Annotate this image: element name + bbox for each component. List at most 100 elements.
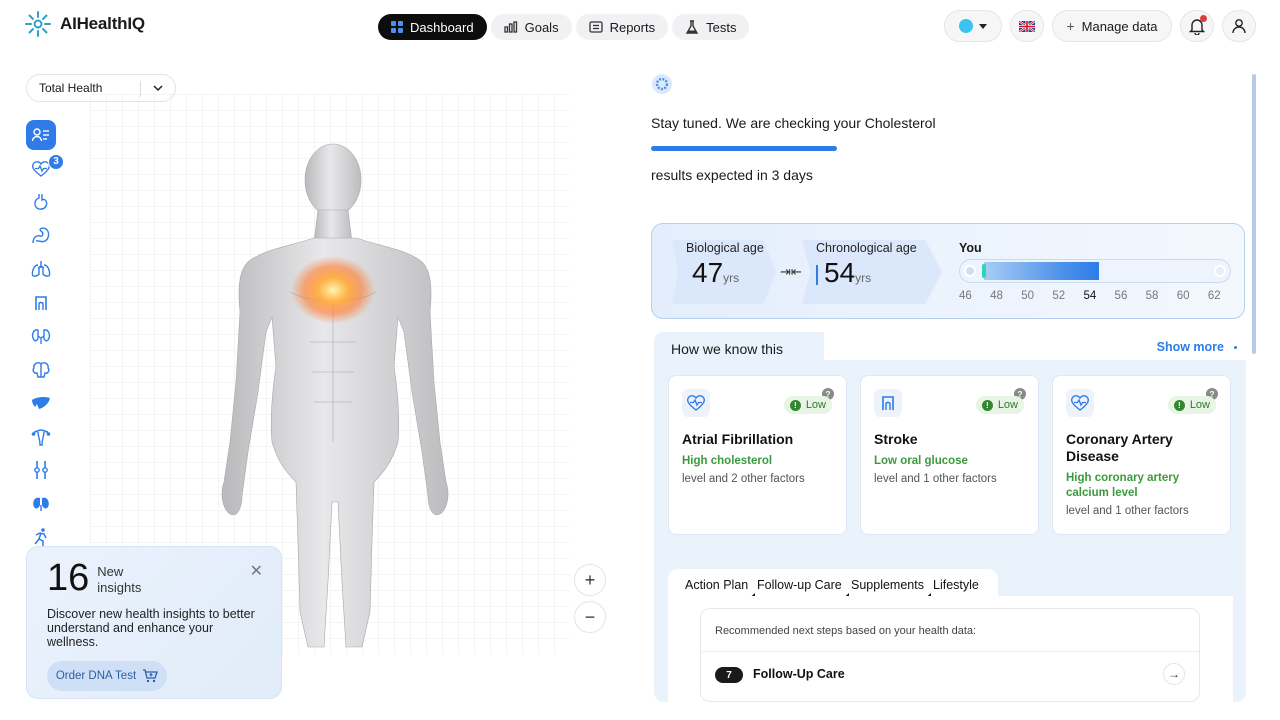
toolbar: + Manage data xyxy=(944,10,1256,42)
notifications-button[interactable] xyxy=(1180,10,1214,42)
kidneys-icon xyxy=(31,329,51,344)
tab-action-plan[interactable]: Action Plan xyxy=(685,578,748,592)
tab-dashboard-label: Dashboard xyxy=(410,19,474,35)
tab-dashboard[interactable]: Dashboard xyxy=(378,14,487,40)
risk-level-badge: ! Low xyxy=(1167,396,1216,414)
card-factor: High coronary artery calcium level xyxy=(1066,472,1180,499)
zoom-out-button[interactable]: − xyxy=(574,601,606,633)
risk-level-badge: ! Low xyxy=(975,396,1024,414)
body-explorer-panel: Total Health 3 + − 16 New insights ✕ Dis… xyxy=(0,54,640,720)
zoom-controls: + − xyxy=(574,564,606,638)
language-button[interactable] xyxy=(1010,10,1044,42)
tab-lifestyle[interactable]: Lifestyle xyxy=(933,578,979,592)
alert-icon: ! xyxy=(1173,399,1185,411)
zoom-in-button[interactable]: + xyxy=(574,564,606,596)
organ-intestine-button[interactable] xyxy=(26,221,56,251)
tab-goals[interactable]: Goals xyxy=(490,14,572,40)
recommendations-box: Recommended next steps based on your hea… xyxy=(700,608,1200,702)
biological-age-title: Biological age xyxy=(686,241,764,255)
tab-tests[interactable]: Tests xyxy=(672,14,750,40)
risk-cards: ? ! Low Atrial Fibrillation High choleste… xyxy=(668,375,1231,535)
show-more-link[interactable]: Show more xyxy=(1157,340,1224,354)
bio-age-unit: yrs xyxy=(723,271,740,285)
chest-highlight xyxy=(291,256,375,324)
app-logo[interactable]: AIHealthIQ xyxy=(24,10,145,38)
chronological-age-title: Chronological age xyxy=(816,241,917,255)
risk-level-text: Low xyxy=(805,399,826,411)
organ-uterus-button[interactable] xyxy=(26,422,56,452)
organ-thyroid-button[interactable] xyxy=(26,489,56,519)
caret-down-icon xyxy=(979,23,987,29)
tab-goals-label: Goals xyxy=(524,19,559,35)
health-scope-value: Total Health xyxy=(39,81,103,95)
risk-card-atrial-fibrillation[interactable]: ? ! Low Atrial Fibrillation High choleste… xyxy=(668,375,847,535)
main-nav: Dashboard Goals Reports Tests xyxy=(378,14,750,40)
new-insights-card: 16 New insights ✕ Discover new health in… xyxy=(26,546,282,699)
sunburst-logo-icon xyxy=(25,11,51,37)
organ-profile-button[interactable] xyxy=(26,120,56,150)
card-other-factors: level and 1 other factors xyxy=(874,473,997,485)
health-scope-select[interactable]: Total Health xyxy=(26,74,176,102)
organ-liver-button[interactable] xyxy=(26,388,56,418)
divider xyxy=(701,651,1199,652)
app-name: AIHealthIQ xyxy=(60,14,145,33)
uterus-icon xyxy=(31,428,51,446)
age-range-bar xyxy=(959,259,1231,283)
uk-flag-icon xyxy=(1019,20,1035,32)
risk-card-stroke[interactable]: ? ! Low Stroke Low oral glucose level and… xyxy=(860,375,1039,535)
organ-brain-button[interactable] xyxy=(26,355,56,385)
action-plan-panel: Recommended next steps based on your hea… xyxy=(668,596,1233,702)
card-title: Atrial Fibrillation xyxy=(682,431,794,447)
tab-tests-label: Tests xyxy=(706,19,737,35)
flask-icon xyxy=(685,20,699,34)
tab-supplements[interactable]: Supplements xyxy=(851,578,924,592)
follow-up-care-item[interactable]: Follow-Up Care xyxy=(753,667,845,681)
alert-icon: ! xyxy=(789,399,801,411)
card-factor: Low oral glucose xyxy=(874,455,968,467)
arrow-right-icon[interactable]: → xyxy=(1163,663,1185,685)
check-progress-bar xyxy=(651,146,837,151)
risk-level-text: Low xyxy=(1189,399,1210,411)
section-title: How we know this xyxy=(671,341,784,357)
tick-label: 50 xyxy=(1021,290,1035,302)
loading-spinner-icon xyxy=(652,74,672,94)
biological-age-marker xyxy=(982,264,986,278)
manage-data-button[interactable]: + Manage data xyxy=(1052,10,1172,42)
heart-pulse-icon xyxy=(682,389,710,417)
grid-icon xyxy=(391,21,403,33)
order-dna-test-button[interactable]: Order DNA Test xyxy=(47,661,167,691)
organ-kidneys-button[interactable] xyxy=(26,321,56,351)
age-scale-ticks: 46 48 50 52 54 56 58 60 62 xyxy=(959,290,1239,302)
tab-follow-up-care[interactable]: Follow-up Care xyxy=(757,578,842,592)
how-we-know-section: How we know this Show more ? ! Low Atrial… xyxy=(654,332,1246,702)
tick-label: 56 xyxy=(1114,290,1128,302)
color-dot-icon xyxy=(959,19,973,33)
card-factor: High cholesterol xyxy=(682,455,773,467)
organ-colon-button[interactable] xyxy=(26,288,56,318)
organ-joints-button[interactable] xyxy=(26,455,56,485)
chronological-age-block: Chronological age 54yrs xyxy=(804,241,944,303)
profile-color-dropdown[interactable] xyxy=(944,10,1002,42)
joints-icon xyxy=(34,461,48,479)
tick-label: 58 xyxy=(1145,290,1159,302)
thyroid-icon xyxy=(33,497,49,511)
close-icon[interactable]: ✕ xyxy=(250,561,263,581)
card-title: Stroke xyxy=(874,431,918,447)
scrollbar[interactable] xyxy=(1252,74,1256,354)
risk-card-coronary-artery-disease[interactable]: ? ! Low Coronary Artery Disease High coro… xyxy=(1052,375,1231,535)
biological-age-value: 47yrs xyxy=(686,257,792,289)
insights-description: Discover new health insights to better u… xyxy=(47,607,255,649)
tab-reports[interactable]: Reports xyxy=(575,14,669,40)
plan-tabs: Action Plan Follow-up Care Supplements L… xyxy=(668,569,1233,602)
liver-icon xyxy=(32,396,50,409)
plus-icon: + xyxy=(1066,18,1075,34)
you-label: You xyxy=(959,241,982,255)
user-menu-button[interactable] xyxy=(1222,10,1256,42)
chronological-age-value: 54yrs xyxy=(816,257,944,289)
compare-icon: ⇥⇤ xyxy=(780,264,802,279)
organ-lungs-button[interactable] xyxy=(26,254,56,284)
running-figure-icon xyxy=(34,528,47,546)
organ-stomach-button[interactable] xyxy=(26,187,56,217)
bio-age-number: 47 xyxy=(692,257,724,288)
organ-heart-button[interactable]: 3 xyxy=(26,153,64,184)
